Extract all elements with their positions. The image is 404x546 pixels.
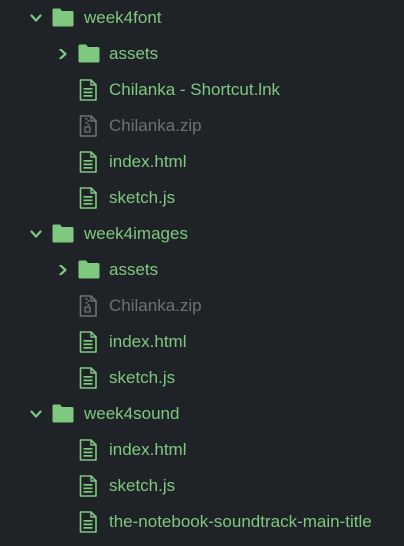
file-text-icon (79, 151, 97, 173)
file-label: the-notebook-soundtrack-main-title (109, 512, 372, 531)
file-tree: week4font assets Chilanka - Shortcut.lnk… (0, 0, 404, 546)
file-text-icon (79, 187, 97, 209)
chevron-right-icon[interactable] (57, 265, 69, 275)
file-item[interactable]: the-notebook-soundtrack-main-title (0, 504, 404, 540)
file-item[interactable]: sketch.js (0, 360, 404, 396)
chevron-right-icon[interactable] (57, 49, 69, 59)
folder-assets[interactable]: assets (0, 36, 404, 72)
file-label: sketch.js (109, 188, 176, 207)
folder-assets[interactable]: assets (0, 252, 404, 288)
folder-label: week4font (84, 8, 162, 27)
chevron-down-icon[interactable] (30, 229, 42, 239)
file-label: Chilanka.zip (109, 296, 202, 315)
file-text-icon (79, 475, 97, 497)
folder-icon (78, 44, 100, 63)
file-label: index.html (109, 440, 187, 459)
folder-week4images[interactable]: week4images (0, 216, 404, 252)
folder-label: assets (109, 44, 159, 63)
folder-label: assets (109, 260, 159, 279)
file-label: Chilanka.zip (109, 116, 202, 135)
file-text-icon (79, 331, 97, 353)
file-text-icon (79, 367, 97, 389)
file-item[interactable]: index.html (0, 144, 404, 180)
zip-file-icon (79, 115, 97, 137)
file-item[interactable]: sketch.js (0, 180, 404, 216)
file-item[interactable]: Chilanka - Shortcut.lnk (0, 72, 404, 108)
file-text-icon (79, 79, 97, 101)
file-label: index.html (109, 332, 187, 351)
folder-icon (52, 404, 74, 423)
file-text-icon (79, 511, 97, 533)
chevron-down-icon[interactable] (30, 13, 42, 23)
folder-icon (78, 260, 100, 279)
folder-icon (52, 8, 74, 27)
folder-week4sound[interactable]: week4sound (0, 396, 404, 432)
zip-file-icon (79, 295, 97, 317)
file-item[interactable]: index.html (0, 432, 404, 468)
file-item[interactable]: index.html (0, 324, 404, 360)
file-label: index.html (109, 152, 187, 171)
file-label: Chilanka - Shortcut.lnk (109, 80, 281, 99)
file-item[interactable]: sketch.js (0, 468, 404, 504)
folder-label: week4sound (84, 404, 180, 423)
folder-icon (52, 224, 74, 243)
folder-label: week4images (84, 224, 188, 243)
chevron-down-icon[interactable] (30, 409, 42, 419)
folder-week4font[interactable]: week4font (0, 0, 404, 36)
file-item[interactable]: Chilanka.zip (0, 288, 404, 324)
file-text-icon (79, 439, 97, 461)
file-item[interactable]: Chilanka.zip (0, 108, 404, 144)
file-label: sketch.js (109, 368, 176, 387)
file-label: sketch.js (109, 476, 176, 495)
